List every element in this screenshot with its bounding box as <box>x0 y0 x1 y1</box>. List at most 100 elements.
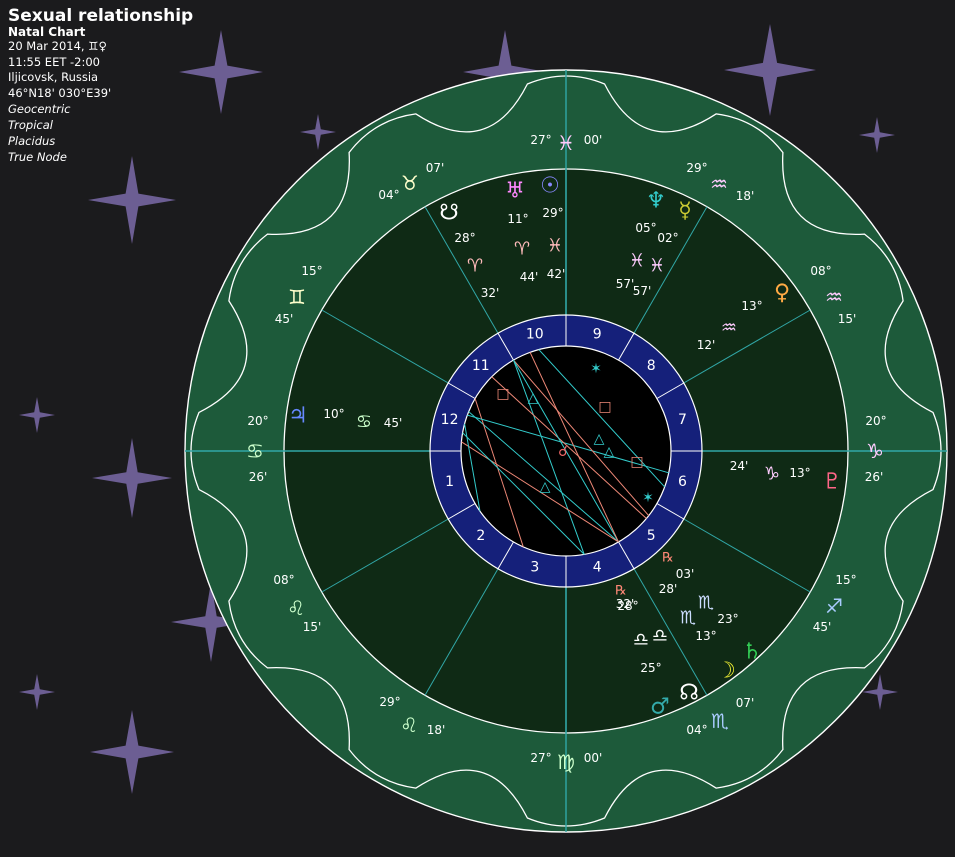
house-number-11: 11 <box>472 358 490 374</box>
house-number-6: 6 <box>678 474 687 490</box>
planet-7-min: 03' <box>676 567 695 581</box>
house-cusp-12-min: 45' <box>275 312 294 326</box>
planet-3-deg: 05° <box>635 221 656 235</box>
house-cusp-1-min: 26' <box>249 470 268 484</box>
house-number-10: 10 <box>526 327 544 343</box>
planet-0-sign: ♈ <box>467 256 483 277</box>
house-cusp-6-sign: ♐ <box>825 594 843 618</box>
house-cusp-10-min: 00' <box>584 133 603 147</box>
planet-9-retrograde: ℞ <box>615 584 627 599</box>
planet-6-min: 24' <box>730 459 749 473</box>
house-cusp-8-sign: ♒ <box>825 285 843 309</box>
house-cusp-1-sign: ♋ <box>246 439 264 463</box>
house-number-1: 1 <box>445 474 454 490</box>
background-star-6 <box>19 397 55 433</box>
house-cusp-11-sign: ♉ <box>401 171 419 195</box>
house-cusp-9-deg: 29° <box>686 161 707 175</box>
planet-0-deg: 28° <box>454 231 475 245</box>
aspect-glyph-5: △ <box>604 444 615 460</box>
house-cusp-10-sign: ♓ <box>557 131 575 155</box>
planet-10-sign: ♎ <box>652 626 668 647</box>
planet-9-sign: ♎ <box>633 630 649 651</box>
planet-6-glyph: ♇ <box>822 470 842 495</box>
house-cusp-4-min: 00' <box>584 751 603 765</box>
planet-5-glyph: ♀ <box>774 281 790 306</box>
house-number-12: 12 <box>441 412 459 428</box>
planet-9-glyph: ♂ <box>650 695 670 720</box>
house-cusp-3-min: 18' <box>427 723 446 737</box>
aspect-glyph-1: □ <box>496 386 509 402</box>
house-cusp-9-min: 18' <box>736 189 755 203</box>
planet-6-sign: ♑ <box>764 464 780 485</box>
planet-11-glyph: ♃ <box>288 404 308 429</box>
planet-2-deg: 29° <box>542 206 563 220</box>
aspect-glyph-6: □ <box>630 454 643 470</box>
aspect-glyph-0: △ <box>528 390 539 406</box>
house-number-5: 5 <box>647 528 656 544</box>
house-cusp-3-sign: ♌ <box>400 713 418 737</box>
planet-11-sign: ♋ <box>356 412 372 433</box>
background-star-9 <box>90 710 174 794</box>
planet-4-sign: ♓ <box>649 256 665 277</box>
planet-2-min: 42' <box>547 267 566 281</box>
house-number-3: 3 <box>530 559 539 575</box>
house-number-7: 7 <box>678 412 687 428</box>
aspect-glyph-8: ✶ <box>642 490 654 506</box>
house-cusp-10-deg: 27° <box>530 133 551 147</box>
planet-4-glyph: ☿ <box>678 199 692 224</box>
background-star-10 <box>19 674 55 710</box>
house-cusp-5-deg: 04° <box>686 723 707 737</box>
aspect-glyph-3: ✶ <box>590 361 602 377</box>
planet-11-deg: 10° <box>323 407 344 421</box>
background-star-3 <box>88 156 176 244</box>
house-cusp-7-sign: ♑ <box>866 439 884 463</box>
house-cusp-8-deg: 08° <box>810 264 831 278</box>
house-cusp-7-deg: 20° <box>865 414 886 428</box>
background-star-4 <box>300 114 336 150</box>
planet-8-min: 28' <box>659 582 678 596</box>
background-star-2 <box>724 24 816 116</box>
house-cusp-12-sign: ♊ <box>288 285 306 309</box>
background-star-7 <box>92 438 172 518</box>
planet-11-min: 45' <box>384 416 403 430</box>
planet-0-glyph: ☋ <box>439 201 459 226</box>
planet-3-glyph: ♆ <box>646 189 666 214</box>
house-cusp-3-deg: 29° <box>379 695 400 709</box>
house-number-4: 4 <box>593 559 602 575</box>
planet-1-deg: 11° <box>507 212 528 226</box>
aspect-glyph-9: ☌ <box>558 444 567 460</box>
house-cusp-1-deg: 20° <box>247 414 268 428</box>
planet-5-deg: 13° <box>741 299 762 313</box>
house-cusp-5-min: 07' <box>736 696 755 710</box>
house-number-8: 8 <box>647 358 656 374</box>
house-cusp-11-min: 07' <box>426 161 445 175</box>
planet-2-glyph: ☉ <box>540 174 560 199</box>
house-number-9: 9 <box>593 327 602 343</box>
planet-2-sign: ♓ <box>547 236 563 257</box>
house-number-2: 2 <box>476 528 485 544</box>
house-cusp-9-sign: ♒ <box>710 172 728 196</box>
planet-0-min: 32' <box>481 286 500 300</box>
planet-8-sign: ♏ <box>680 608 696 629</box>
planet-8-glyph: ☽ <box>716 659 736 684</box>
background-star-5 <box>859 117 895 153</box>
house-cusp-5-sign: ♏ <box>711 709 729 733</box>
planet-1-glyph: ♅ <box>505 179 525 204</box>
house-cusp-4-sign: ♍ <box>557 750 575 774</box>
house-cusp-8-min: 15' <box>838 312 857 326</box>
natal-chart-wheel[interactable]: 123 456789101112 △□□✶△△□△✶☌ 20°♋26'08°♌15… <box>0 0 955 857</box>
planet-4-min: 57' <box>633 284 652 298</box>
house-cusp-4-deg: 27° <box>530 751 551 765</box>
planet-5-sign: ♒ <box>721 318 737 339</box>
planet-7-deg: 23° <box>717 612 738 626</box>
planet-10-deg: 25° <box>640 661 661 675</box>
aspect-glyph-7: △ <box>540 479 551 495</box>
planet-5-min: 12' <box>697 338 716 352</box>
planet-1-sign: ♈ <box>514 239 530 260</box>
planet-9-min: 32' <box>616 597 635 611</box>
house-cusp-2-min: 15' <box>303 620 322 634</box>
planet-1-min: 44' <box>520 270 539 284</box>
house-cusp-7-min: 26' <box>865 470 884 484</box>
planet-6-deg: 13° <box>789 466 810 480</box>
house-cusp-2-deg: 08° <box>273 573 294 587</box>
